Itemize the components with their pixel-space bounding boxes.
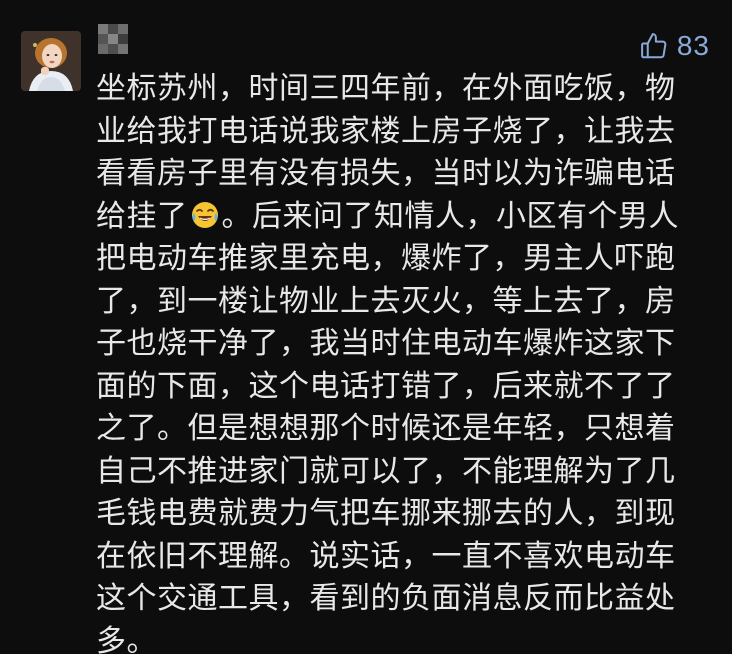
comment-text: 坐标苏州，时间三四年前，在外面吃饭，物 业给我打电话说我家楼上房子烧了，让我去 … [96, 68, 708, 654]
crying-laughing-emoji-icon [190, 200, 220, 230]
comment-line: 之了。但是想想那个时候还是年轻，只想着 [96, 411, 676, 446]
like-button[interactable]: 83 [639, 30, 710, 62]
comment-card: 83 坐标苏州，时间三四年前，在外面吃饭，物 业给我打电话说我家楼上房子烧了，让… [0, 0, 732, 654]
comment-line: 在依旧不理解。说实话，一直不喜欢电动车 [96, 538, 676, 574]
username-blurred[interactable] [98, 24, 128, 54]
thumbs-up-icon [640, 33, 667, 59]
comment-line-part: 给挂了 [96, 198, 188, 234]
comment-line: 看看房子里有没有损失，当时以为诈骗电话 [96, 156, 676, 191]
avatar-portrait-image [21, 31, 81, 91]
comment-line: 坐标苏州，时间三四年前，在外面吃饭，物 [96, 71, 676, 106]
comment-line: 面的下面，这个电话打错了，后来就不了了 [96, 368, 676, 404]
comment-line-with-emoji: 给挂了 。后来问了知情人，小区有个男人 [96, 196, 708, 239]
comment-line-part: 。后来问了知情人，小区有个男人 [221, 198, 679, 234]
comment-line: 了，到一楼让物业上去灭火，等上去了，房 [96, 283, 676, 319]
comment-line: 这个交通工具，看到的负面消息反而比益处 [96, 581, 676, 616]
comment-line: 把电动车推家里充电，爆炸了，男主人吓跑 [96, 241, 676, 276]
comment-line: 子也烧干净了，我当时住电动车爆炸这家下 [96, 326, 676, 361]
like-count: 83 [676, 30, 710, 61]
comment-line: 自己不推进家门就可以了，不能理解为了几 [96, 453, 676, 489]
comment-line: 业给我打电话说我家楼上房子烧了，让我去 [96, 113, 676, 149]
comment-line: 多。 [96, 623, 157, 654]
comment-line: 毛钱电费就费力气把车挪来挪去的人，到现 [96, 496, 676, 531]
avatar[interactable] [21, 31, 81, 91]
